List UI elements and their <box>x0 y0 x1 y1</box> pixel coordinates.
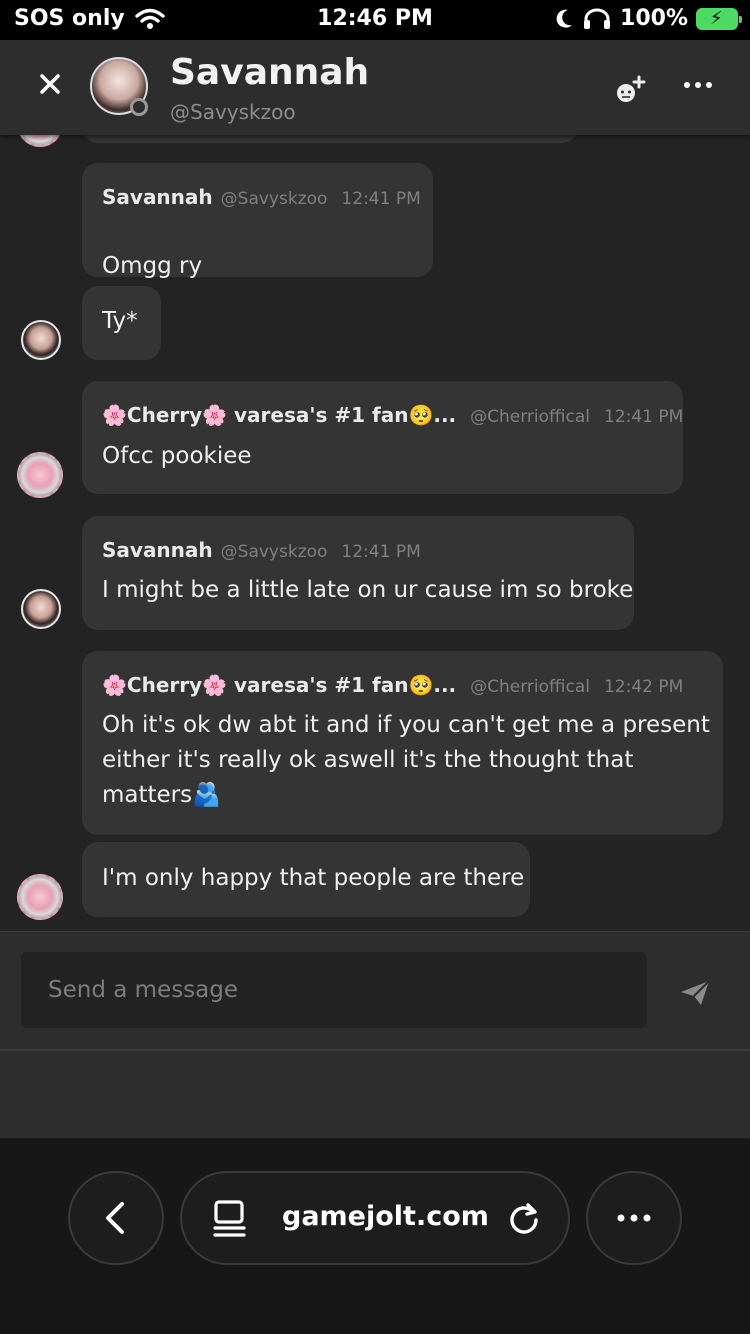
browser-menu-button[interactable] <box>586 1171 682 1265</box>
message-handle: @Cherrioffical <box>470 677 590 697</box>
more-options-button[interactable] <box>680 70 716 100</box>
message-author[interactable]: 🌸Cherry🌸 varesa's #1 fan🥺... <box>102 403 456 427</box>
moon-icon <box>556 9 573 28</box>
message-list[interactable]: Savannah @Savyskzoo 12:41 PM Omgg ry Ty*… <box>0 135 750 931</box>
message-time: 12:42 PM <box>603 677 684 697</box>
message-text: Omgg ry <box>102 253 203 279</box>
message-text: Ofcc pookiee <box>102 443 252 469</box>
back-icon <box>106 1202 124 1234</box>
message-text: I'm only happy that people are there <box>102 865 525 891</box>
address-bar[interactable]: gamejolt.com <box>180 1171 570 1265</box>
message-text: Ty* <box>102 308 138 334</box>
headphones-icon <box>584 8 611 29</box>
add-user-icon <box>617 75 646 102</box>
status-bar: SOS only 12:46 PM 100% ⚡ <box>0 0 750 40</box>
battery-icon: ⚡ <box>696 7 742 30</box>
header-handle: @Savyskzoo <box>170 100 296 124</box>
close-button[interactable] <box>36 70 64 98</box>
avatar[interactable] <box>17 452 63 498</box>
url-text: gamejolt.com <box>282 1201 489 1232</box>
chat-header: Savannah @Savyskzoo <box>0 40 750 135</box>
message-author[interactable]: 🌸Cherry🌸 varesa's #1 fan🥺... <box>102 673 456 697</box>
status-indicator <box>130 98 148 116</box>
back-button[interactable] <box>68 1171 164 1265</box>
message-author[interactable]: Savannah <box>102 538 213 562</box>
avatar[interactable] <box>21 320 61 360</box>
divider <box>0 1049 750 1051</box>
message-author[interactable]: Savannah <box>102 185 213 209</box>
page-title: Savannah <box>170 52 370 93</box>
message-bubble[interactable]: 🌸Cherry🌸 varesa's #1 fan🥺... @Cherrioffi… <box>82 381 683 494</box>
message-bubble[interactable]: Savannah @Savyskzoo 12:41 PM I might be … <box>82 516 634 630</box>
avatar[interactable] <box>17 874 63 920</box>
message-bubble[interactable]: Ty* <box>82 286 161 360</box>
message-time: 12:41 PM <box>603 407 684 427</box>
message-handle: @Savyskzoo <box>220 189 328 209</box>
message-text: matters🫂 <box>102 782 221 808</box>
message-bubble[interactable]: I'm only happy that people are there <box>82 842 530 917</box>
message-handle: @Cherrioffical <box>470 407 590 427</box>
message-text: either it's really ok aswell it's the th… <box>102 747 634 773</box>
send-button[interactable] <box>678 978 712 1008</box>
message-bubble[interactable] <box>82 135 578 143</box>
send-icon <box>681 980 710 1005</box>
browser-toolbar: gamejolt.com <box>0 1138 750 1334</box>
message-text: Oh it's ok dw abt it and if you can't ge… <box>102 712 710 738</box>
menu-icon <box>617 1214 651 1222</box>
message-bubble[interactable]: 🌸Cherry🌸 varesa's #1 fan🥺... @Cherrioffi… <box>82 651 723 835</box>
avatar[interactable] <box>17 135 63 147</box>
tab-icon <box>213 1200 246 1237</box>
battery-percent: 100% <box>620 6 688 31</box>
message-composer <box>0 931 750 1138</box>
message-bubble[interactable]: Savannah @Savyskzoo 12:41 PM Omgg ry <box>82 163 433 279</box>
add-user-button[interactable] <box>612 74 648 104</box>
more-icon <box>684 82 712 88</box>
message-time: 12:41 PM <box>341 542 421 562</box>
message-handle: @Savyskzoo <box>220 542 328 562</box>
close-icon <box>40 74 60 94</box>
reload-icon[interactable] <box>506 1201 542 1237</box>
avatar[interactable] <box>21 589 61 629</box>
message-text: I might be a little late on ur cause im … <box>102 577 634 603</box>
message-input[interactable] <box>21 952 647 1028</box>
message-time: 12:41 PM <box>341 189 421 209</box>
